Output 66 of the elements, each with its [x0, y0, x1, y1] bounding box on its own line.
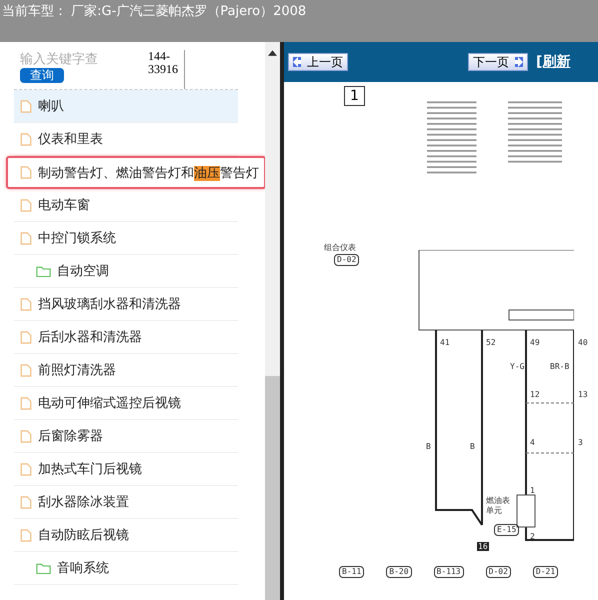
- tree-item[interactable]: 喇叭: [14, 90, 238, 123]
- pin-number: 2: [530, 532, 535, 541]
- wire-color-label: BR-B: [550, 362, 570, 371]
- document-icon: [20, 462, 32, 476]
- previous-page-button[interactable]: 上一页: [288, 53, 348, 71]
- right-arrow-icon: [515, 57, 523, 67]
- refresh-link[interactable]: [刷新: [536, 53, 570, 71]
- pin-number: 3: [578, 438, 583, 447]
- document-icon: [20, 198, 32, 212]
- document-icon: [20, 230, 32, 246]
- tree-item[interactable]: 自动空调: [14, 255, 238, 288]
- tree-item[interactable]: 电动车窗: [14, 189, 238, 222]
- scroll-up-icon[interactable]: [268, 50, 277, 56]
- tree-item[interactable]: 前照灯清洗器: [14, 354, 238, 387]
- document-icon: [20, 494, 32, 510]
- page-number: 1: [344, 86, 365, 106]
- connector-label: D-02: [334, 254, 360, 266]
- wire-color-label: Y-G: [510, 362, 524, 371]
- part-number: 144-33916: [148, 50, 185, 89]
- connector-label: D-21: [532, 566, 558, 578]
- ground-label: 16: [477, 542, 489, 551]
- folder-icon: [36, 264, 51, 278]
- tree-item[interactable]: 刮水器除冰装置: [14, 486, 238, 519]
- module-label: 组合仪表: [324, 242, 356, 253]
- pin-number: 4: [530, 438, 535, 447]
- tree-item[interactable]: 加热式车门后视镜: [14, 453, 238, 486]
- tree-item[interactable]: 自动防眩后视镜: [14, 519, 238, 552]
- document-icon: [20, 296, 32, 312]
- pin-number: 1: [530, 486, 535, 495]
- wire-color-label: B: [426, 442, 431, 451]
- connector-label: D-02: [486, 566, 511, 578]
- connector-label: B-11: [339, 566, 364, 578]
- connector-label: B-20: [386, 566, 412, 578]
- document-icon: [20, 98, 32, 114]
- document-icon: [20, 362, 32, 378]
- tree-item[interactable]: 后窗除雾器: [14, 420, 238, 453]
- search-button[interactable]: 查询: [20, 68, 64, 83]
- tree-item[interactable]: 电动可伸缩式遥控后视镜: [14, 387, 238, 420]
- tree-item[interactable]: 音响系统: [14, 552, 238, 585]
- document-icon: [20, 330, 32, 344]
- next-page-button[interactable]: 下一页: [468, 53, 528, 71]
- pin-number: 49: [530, 338, 540, 347]
- document-icon: [20, 396, 32, 410]
- scrollbar[interactable]: [265, 42, 280, 600]
- document-icon: [20, 165, 32, 180]
- tree-item[interactable]: 后刮水器和清洗器: [14, 321, 238, 354]
- document-icon: [20, 132, 32, 146]
- document-icon: [20, 428, 32, 444]
- pin-number: 40: [578, 338, 588, 347]
- pin-number: 12: [530, 390, 540, 399]
- vehicle-title: 当前车型： 厂家:G-广汽三菱帕杰罗（Pajero）2008: [2, 4, 306, 19]
- wire-color-label: B: [470, 442, 475, 451]
- connector-label: B-113: [434, 566, 464, 578]
- connector-label: E-15: [494, 524, 520, 536]
- pin-number: 13: [578, 390, 588, 399]
- tree-item[interactable]: 制动警告灯、燃油警告灯和油压警告灯: [6, 156, 265, 189]
- left-arrow-icon: [293, 57, 301, 67]
- tree-item[interactable]: 中控门锁系统: [14, 222, 238, 255]
- pin-number: 41: [440, 338, 450, 347]
- sensor-label: 燃油表单元: [486, 496, 511, 516]
- pin-number: 52: [486, 338, 496, 347]
- folder-icon: [36, 562, 51, 574]
- tree-item[interactable]: 挡风玻璃刮水器和清洗器: [14, 288, 238, 321]
- tree-item[interactable]: 仪表和里表: [14, 123, 238, 156]
- scroll-thumb[interactable]: [265, 376, 280, 600]
- document-icon: [20, 528, 32, 542]
